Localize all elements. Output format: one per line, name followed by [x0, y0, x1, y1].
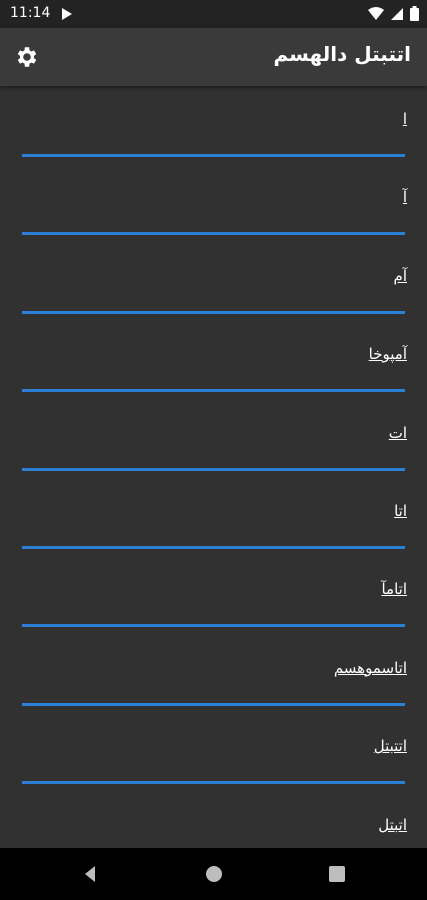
list-item-label[interactable]: آمپوخا	[369, 345, 407, 363]
app-bar: اتتبتل دالهسم	[0, 28, 427, 86]
list-item-label[interactable]: آم	[394, 267, 407, 285]
list-item[interactable]: اتامآ	[0, 556, 427, 634]
list-item-label[interactable]: آ	[403, 188, 407, 206]
home-icon[interactable]	[202, 862, 226, 886]
play-store-icon	[62, 8, 72, 20]
list-item[interactable]: ا	[0, 86, 427, 164]
list-item-label[interactable]: اتامآ	[381, 580, 407, 598]
divider	[22, 624, 405, 628]
divider	[22, 702, 405, 706]
list-item-label[interactable]: اتا	[394, 502, 407, 520]
list-item[interactable]: اتا	[0, 478, 427, 556]
divider	[22, 232, 405, 236]
battery-icon	[410, 6, 419, 21]
divider	[22, 467, 405, 471]
divider	[22, 781, 405, 785]
divider	[22, 389, 405, 393]
list-item[interactable]: اتتبتل	[0, 713, 427, 791]
gear-icon[interactable]	[14, 44, 40, 70]
list-item-label[interactable]: ا	[403, 110, 407, 128]
divider	[22, 154, 405, 157]
divider	[22, 310, 405, 314]
page-title: اتتبتل دالهسم	[273, 42, 411, 66]
list-item[interactable]: اتبتل	[0, 792, 427, 846]
signal-icon	[391, 7, 403, 20]
divider	[22, 545, 405, 549]
list-item[interactable]: ات	[0, 400, 427, 478]
wifi-icon	[368, 6, 384, 20]
status-time: 11:14	[10, 5, 51, 21]
list-item[interactable]: آم	[0, 243, 427, 321]
list-item-label[interactable]: اتبتل	[378, 816, 407, 834]
list-item[interactable]: اتاسموهسم	[0, 635, 427, 713]
list-item[interactable]: آمپوخا	[0, 321, 427, 399]
status-bar: 11:14	[0, 0, 427, 28]
list-item-label[interactable]: اتتبتل	[374, 737, 407, 755]
word-list[interactable]: ا آ آم آمپوخا ات اتا اتامآ اتاسموهسم اتت…	[0, 86, 427, 846]
list-item[interactable]: آ	[0, 164, 427, 242]
list-item-label[interactable]: اتاسموهسم	[334, 659, 407, 677]
recents-icon[interactable]	[325, 862, 349, 886]
list-item-label[interactable]: ات	[389, 424, 407, 442]
navigation-bar	[0, 848, 427, 900]
status-icons	[368, 6, 419, 21]
back-icon[interactable]	[78, 862, 102, 886]
